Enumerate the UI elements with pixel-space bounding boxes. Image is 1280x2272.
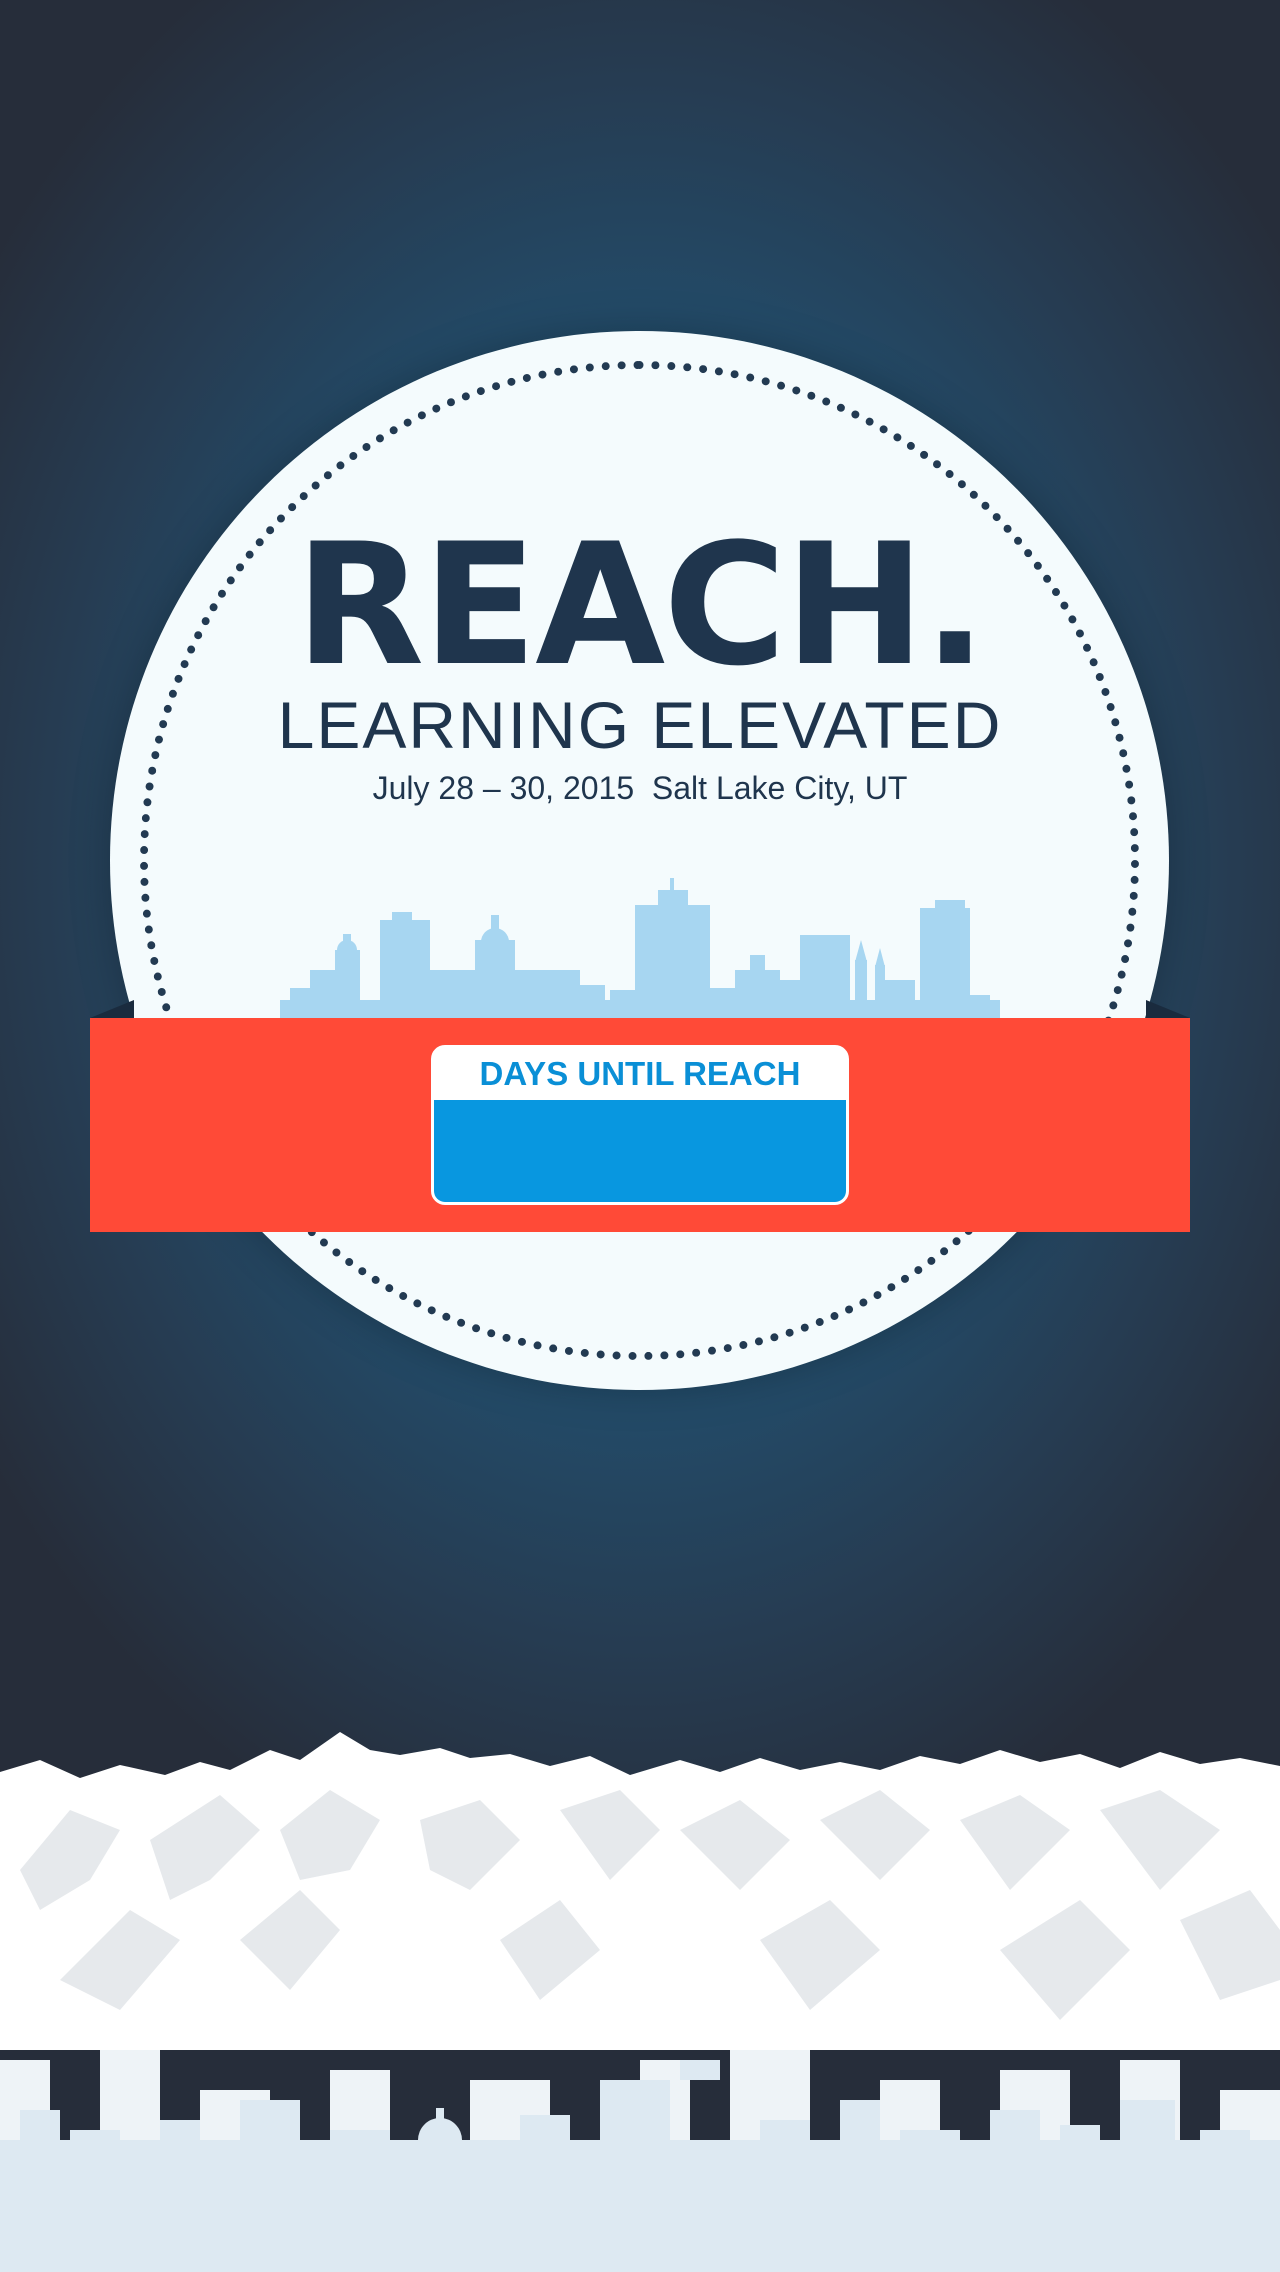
countdown-value bbox=[434, 1100, 846, 1202]
ribbon-fold-right bbox=[1146, 1000, 1190, 1018]
countdown-box: DAYS UNTIL REACH bbox=[431, 1045, 849, 1205]
countdown-label: DAYS UNTIL REACH bbox=[479, 1055, 801, 1092]
mountain-range-illustration bbox=[0, 1732, 1280, 2050]
event-headline: REACH. bbox=[295, 507, 987, 703]
event-dateline: July 28 – 30, 2015 Salt Lake City, UT bbox=[372, 770, 908, 806]
event-tagline: LEARNING ELEVATED bbox=[277, 688, 1003, 762]
ribbon-fold-left bbox=[90, 1000, 134, 1018]
city-skyline-illustration bbox=[280, 878, 1000, 1020]
city-skyline-background bbox=[0, 2050, 1280, 2272]
